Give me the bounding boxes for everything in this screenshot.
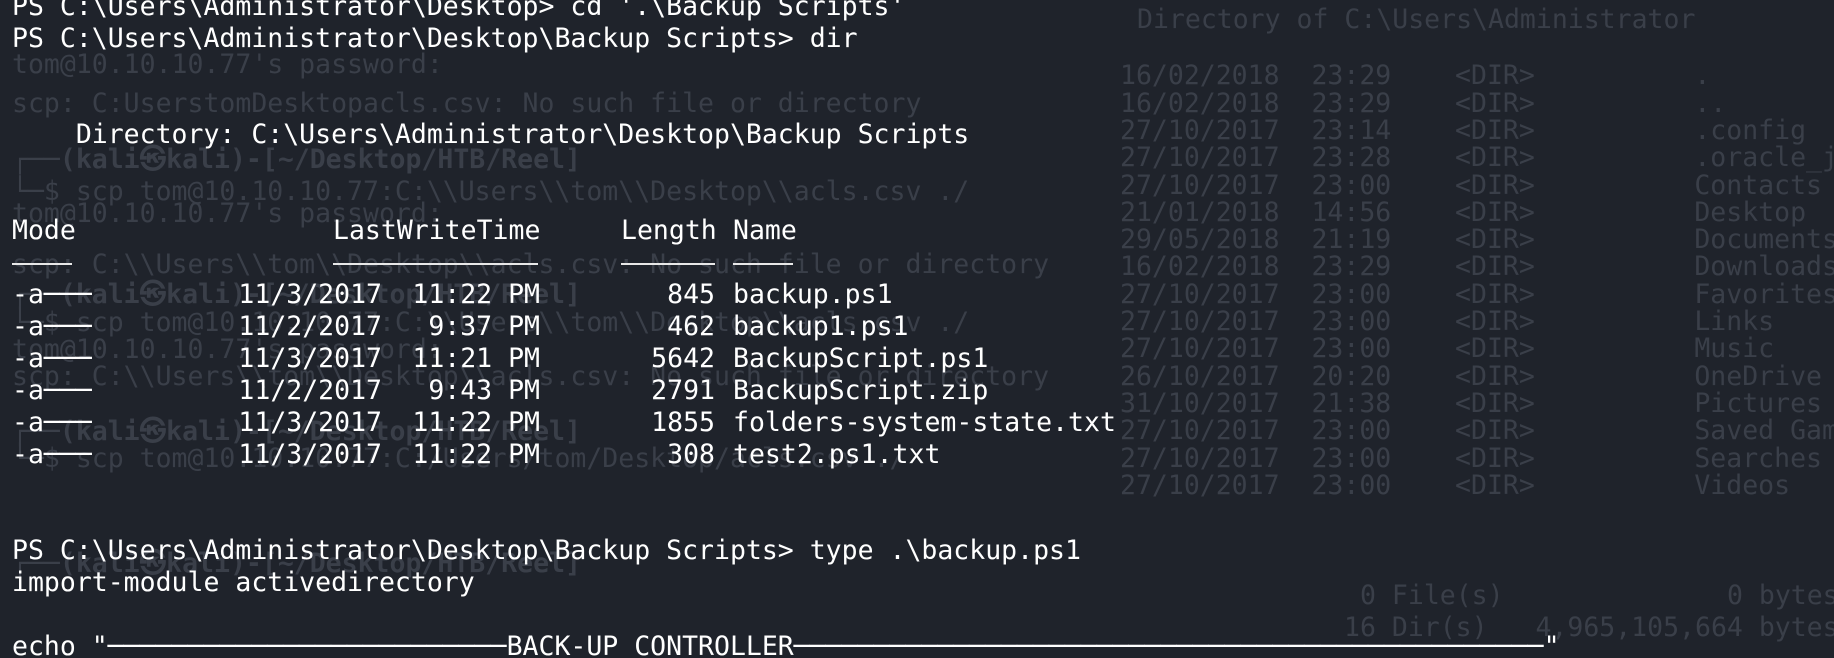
file-date: 11/2/2017 — [238, 375, 382, 406]
file-length: 308 — [667, 439, 715, 470]
file-date: 11/3/2017 — [238, 343, 382, 374]
file-length: 845 — [667, 279, 715, 310]
header-underline-name — [733, 263, 793, 265]
output-line-echo: echo "─────────────────────────BACK-UP C… — [12, 631, 1560, 658]
file-name: test2.ps1.txt — [733, 439, 941, 470]
column-header-length: Length — [621, 215, 717, 246]
column-header-lastwritetime: LastWriteTime — [333, 215, 541, 246]
column-header-mode: Mode — [12, 215, 76, 246]
file-name: BackupScript.zip — [733, 375, 989, 406]
column-header-name: Name — [733, 215, 797, 246]
file-time: 11:22 PM — [412, 439, 540, 470]
header-underline-lastwritetime — [333, 263, 538, 265]
header-underline-mode — [12, 263, 72, 265]
terminal-window[interactable]: tom@10.10.10.77's password: scp: C:Users… — [0, 0, 1834, 658]
file-mode: -a─── — [12, 375, 92, 406]
file-length: 2791 — [651, 375, 715, 406]
file-length: 1855 — [651, 407, 715, 438]
output-line-import: import-module activedirectory — [12, 567, 475, 598]
file-mode: -a─── — [12, 439, 92, 470]
file-mode: -a─── — [12, 279, 92, 310]
file-time: 9:43 PM — [428, 375, 540, 406]
file-name: folders-system-state.txt — [733, 407, 1116, 438]
file-name: backup.ps1 — [733, 279, 893, 310]
file-time: 11:22 PM — [412, 407, 540, 438]
file-name: backup1.ps1 — [733, 311, 909, 342]
file-date: 11/3/2017 — [238, 279, 382, 310]
command-line-dir: PS C:\Users\Administrator\Desktop\Backup… — [12, 23, 858, 54]
file-date: 11/3/2017 — [238, 439, 382, 470]
file-mode: -a─── — [12, 407, 92, 438]
directory-label: Directory: C:\Users\Administrator\Deskto… — [12, 119, 970, 150]
file-name: BackupScript.ps1 — [733, 343, 989, 374]
command-line-cd: PS C:\Users\Administrator\Desktop> cd '.… — [12, 0, 906, 22]
file-length: 5642 — [651, 343, 715, 374]
file-mode: -a─── — [12, 343, 92, 374]
file-time: 9:37 PM — [428, 311, 540, 342]
file-length: 462 — [667, 311, 715, 342]
command-line-type: PS C:\Users\Administrator\Desktop\Backup… — [12, 535, 1081, 566]
file-time: 11:22 PM — [412, 279, 540, 310]
file-time: 11:21 PM — [412, 343, 540, 374]
header-underline-length — [621, 263, 715, 265]
file-date: 11/3/2017 — [238, 407, 382, 438]
file-date: 11/2/2017 — [238, 311, 382, 342]
file-mode: -a─── — [12, 311, 92, 342]
console-output: PS C:\Users\Administrator\Desktop> cd '.… — [0, 0, 1834, 658]
